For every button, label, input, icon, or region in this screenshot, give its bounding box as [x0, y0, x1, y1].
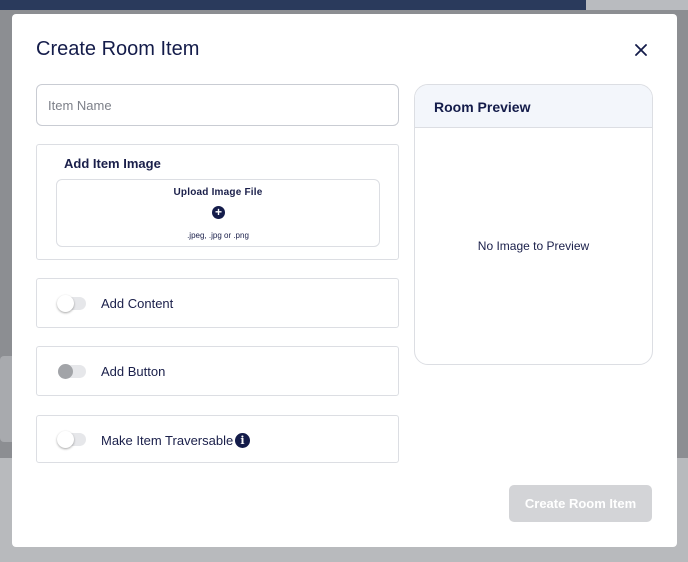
plus-circle-icon: +: [212, 206, 225, 219]
room-preview-panel: Room Preview No Image to Preview: [414, 84, 653, 365]
traversable-label: Make Item Traversable: [101, 433, 234, 448]
add-button-toggle[interactable]: [58, 364, 86, 379]
add-button-section: Add Button: [36, 346, 399, 396]
item-name-input[interactable]: [36, 84, 399, 126]
add-content-toggle[interactable]: [57, 295, 86, 312]
preview-empty-message: No Image to Preview: [477, 239, 590, 253]
toggle-knob: [58, 364, 73, 379]
toggle-knob: [57, 295, 74, 312]
item-image-section: Add Item Image Upload Image File + .jpeg…: [36, 144, 399, 260]
room-preview-title: Room Preview: [434, 99, 531, 115]
traversable-toggle[interactable]: [57, 431, 86, 448]
add-content-label: Add Content: [101, 296, 174, 311]
info-icon[interactable]: i: [235, 433, 250, 448]
add-content-section: Add Content: [36, 278, 399, 328]
add-button-label: Add Button: [101, 364, 166, 379]
upload-image-dropzone[interactable]: Upload Image File + .jpeg, .jpg or .png: [56, 179, 380, 247]
item-image-heading: Add Item Image: [64, 156, 161, 171]
close-button[interactable]: [631, 40, 651, 60]
upload-title: Upload Image File: [173, 187, 263, 198]
create-room-item-modal: Create Room Item Add Item Image Upload I…: [12, 14, 677, 547]
toggle-knob: [57, 431, 74, 448]
upload-file-types: .jpeg, .jpg or .png: [187, 231, 249, 240]
close-icon: [635, 44, 647, 56]
traversable-section: Make Item Traversable i: [36, 415, 399, 463]
create-room-item-button[interactable]: Create Room Item: [509, 485, 652, 522]
background-topbar-segment: [586, 0, 688, 10]
background-topbar: [0, 0, 688, 10]
modal-title: Create Room Item: [36, 38, 200, 60]
